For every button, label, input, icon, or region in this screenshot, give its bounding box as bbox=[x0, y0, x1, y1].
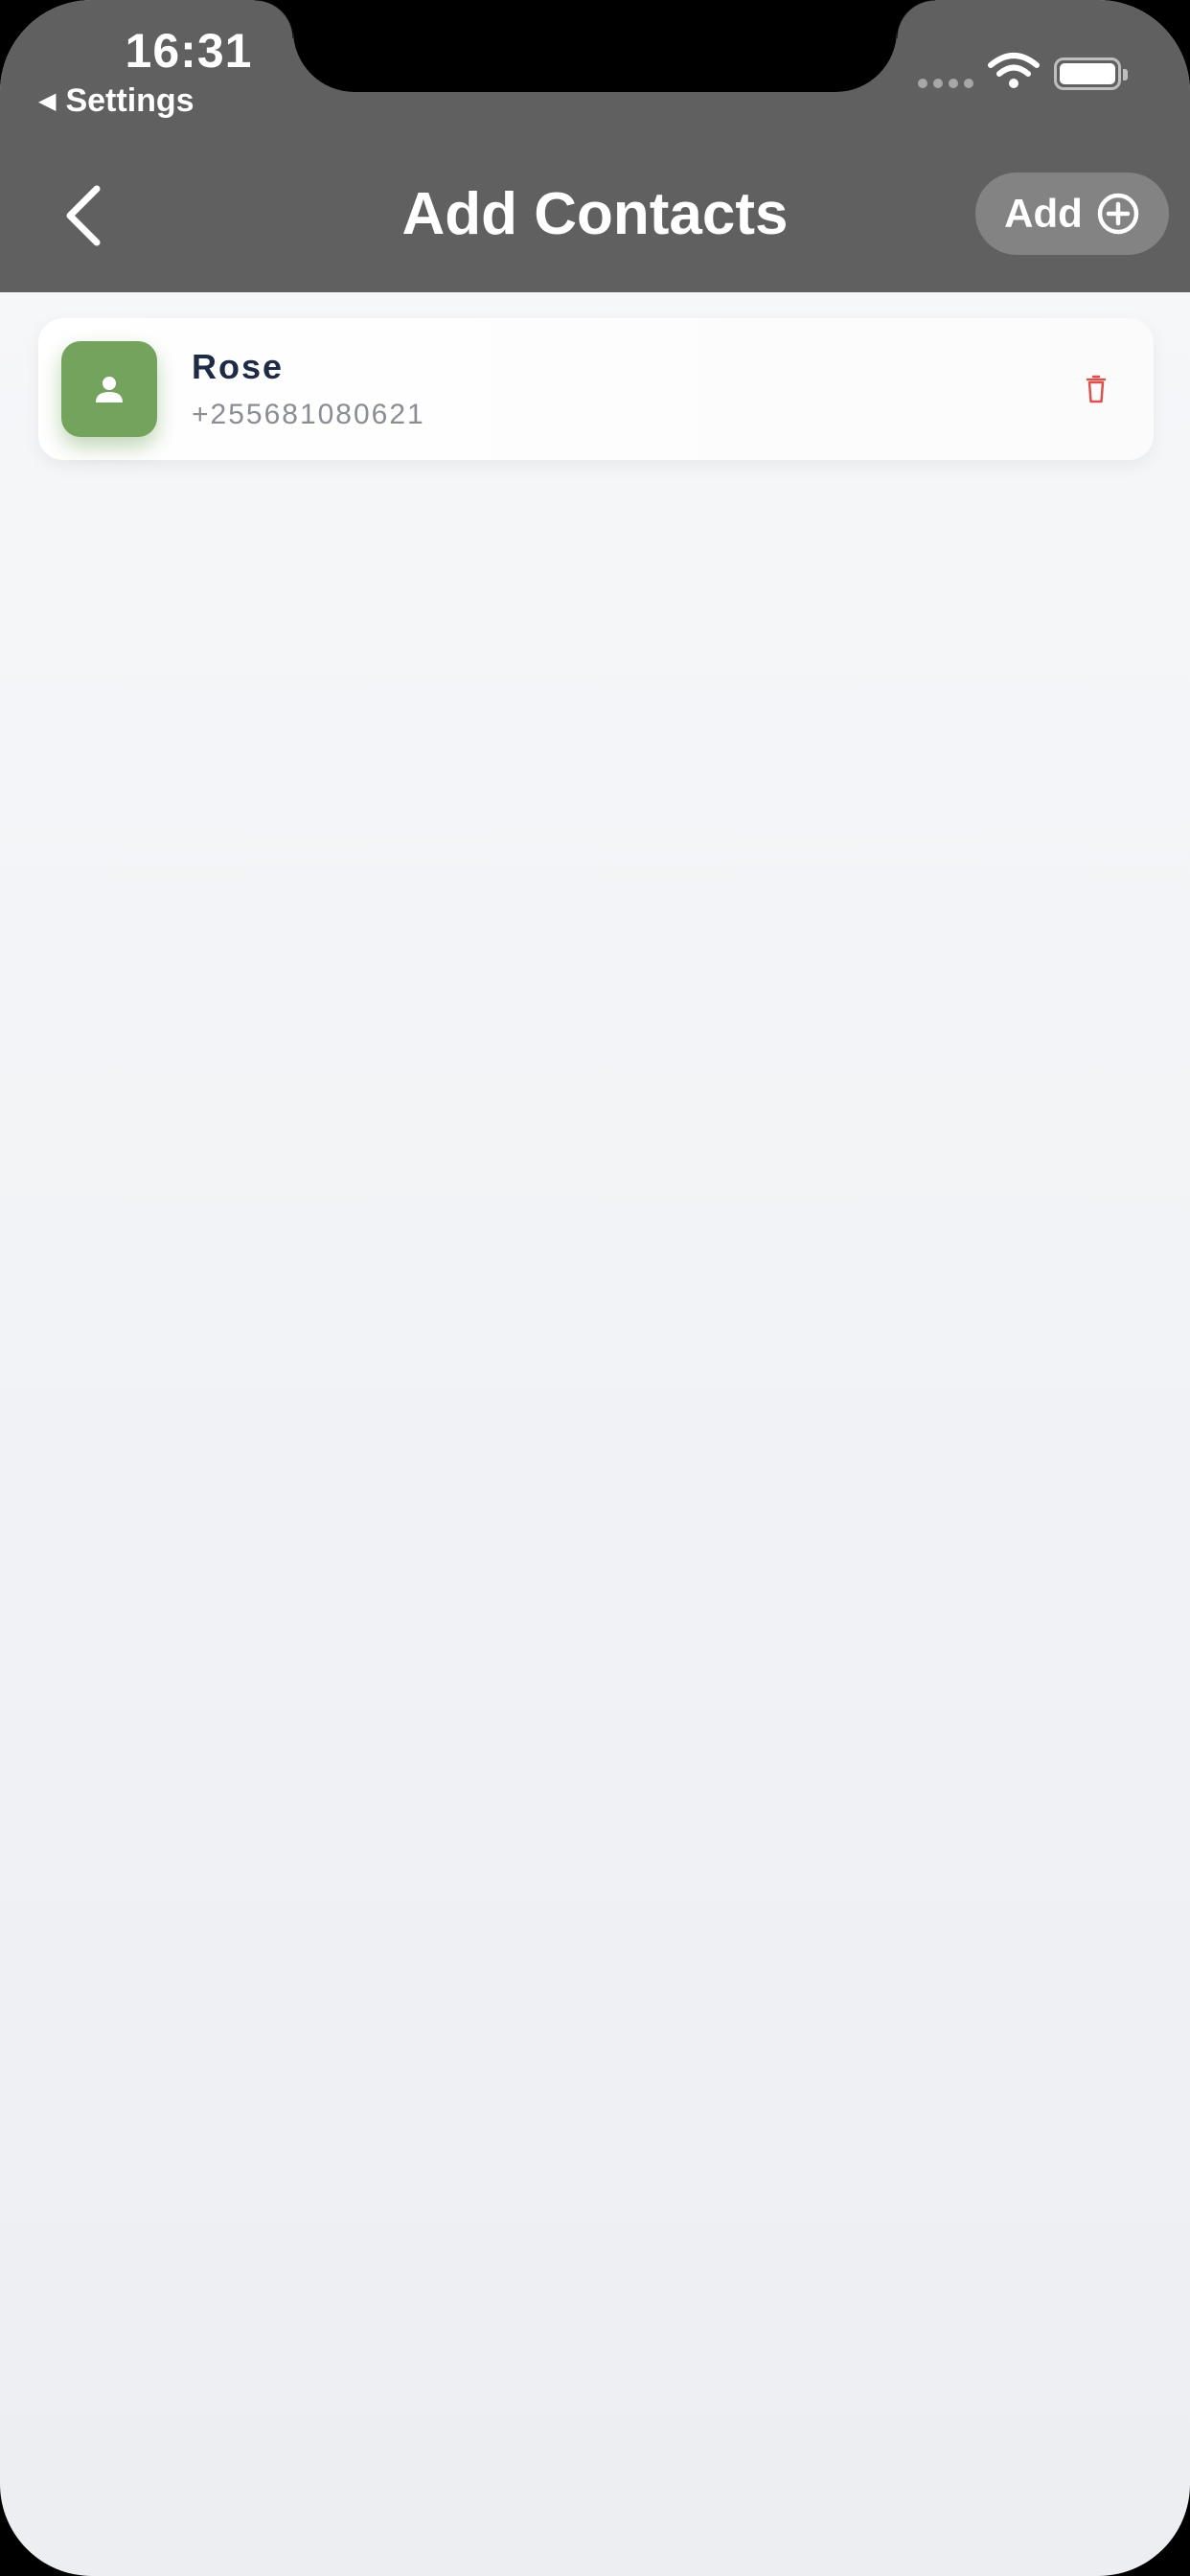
add-contact-button[interactable]: Add bbox=[975, 172, 1169, 255]
status-back-label: Settings bbox=[65, 82, 195, 119]
avatar bbox=[61, 341, 157, 437]
person-icon bbox=[96, 377, 123, 402]
trash-icon bbox=[1086, 375, 1107, 403]
nav-header: 16:31 ◀ Settings Add Contacts Add bbox=[0, 0, 1190, 292]
status-time: 16:31 bbox=[125, 24, 253, 78]
battery-icon bbox=[1054, 58, 1128, 90]
device-notch bbox=[255, 0, 935, 92]
contact-name: Rose bbox=[192, 347, 285, 386]
status-back-to-app[interactable]: ◀ Settings bbox=[38, 82, 195, 120]
plus-circle-icon bbox=[1097, 193, 1139, 235]
app-screen: 16:31 ◀ Settings Add Contacts Add Rose +… bbox=[0, 0, 1190, 2576]
signal-dots-icon bbox=[918, 79, 973, 88]
add-button-label: Add bbox=[1004, 191, 1083, 236]
wifi-icon bbox=[988, 53, 1040, 88]
delete-contact-button[interactable] bbox=[1077, 368, 1115, 410]
list-item[interactable]: Rose +255681080621 bbox=[38, 318, 1154, 460]
contact-phone: +255681080621 bbox=[192, 399, 425, 430]
back-triangle-icon: ◀ bbox=[38, 88, 57, 114]
